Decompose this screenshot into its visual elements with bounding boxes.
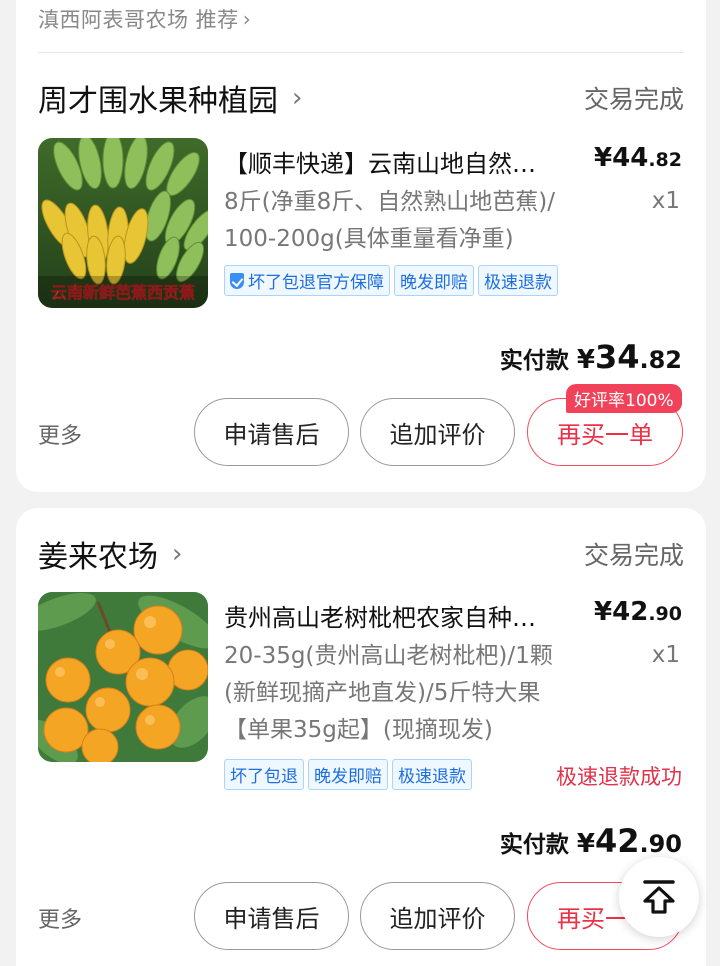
shop-name-link[interactable]: 姜来农场 › [38, 532, 182, 576]
spec-line: 100-200g(具体重量看净重) [224, 226, 514, 252]
chevron-right-icon: › [242, 7, 252, 31]
divider [38, 52, 684, 53]
more-button[interactable]: 更多 [38, 902, 82, 934]
shield-check-icon [230, 272, 244, 289]
service-tags: 坏了包退官方保障 晚发即赔 极速退款 [224, 265, 558, 296]
paid-label: 实付款 [499, 832, 569, 858]
banana-image: 云南新鲜芭蕉西贡蕉 [38, 138, 208, 308]
quantity: x1 [651, 188, 680, 214]
paid-amount: 实付款 ¥34.82 [499, 338, 682, 376]
back-to-top-icon [643, 880, 675, 914]
paid-label: 实付款 [499, 348, 569, 374]
order-status: 交易完成 [583, 541, 684, 570]
tag-fast-refund: 极速退款 [478, 265, 558, 296]
add-review-button[interactable]: 追加评价 [360, 398, 515, 466]
more-button[interactable]: 更多 [38, 418, 82, 450]
spec-line: (新鲜现摘产地直发)/5斤特大果 [224, 680, 541, 706]
tag-guarantee: 坏了包退 [224, 759, 304, 790]
unit-price: ¥44.82 [594, 143, 682, 173]
product-title[interactable]: 【顺丰快递】云南山地自然… [224, 144, 584, 179]
shop-header: 姜来农场 › 交易完成 [38, 532, 684, 576]
back-to-top-button[interactable] [619, 857, 699, 937]
order-card-1: 滇西阿表哥农场 推荐 › 周才围水果种植园 › 交易完成 云南新鲜芭蕉西贡蕉 【… [16, 0, 706, 492]
spec-line: 20-35g(贵州高山老树枇杷)/1颗 [224, 643, 553, 669]
refund-status: 极速退款成功 [556, 765, 682, 789]
product-image-banana[interactable]: 云南新鲜芭蕉西贡蕉 [38, 138, 208, 308]
product-title[interactable]: 贵州高山老树枇杷农家自种… [224, 598, 584, 633]
image-caption: 云南新鲜芭蕉西贡蕉 [51, 283, 195, 302]
service-tags: 坏了包退 晚发即赔 极速退款 [224, 759, 472, 790]
quantity: x1 [651, 642, 680, 668]
product-spec: 8斤(净重8斤、自然熟山地芭蕉)/ 100-200g(具体重量看净重) [224, 184, 624, 258]
chevron-right-icon: › [172, 539, 183, 569]
loquat-image [38, 592, 208, 762]
shop-name: 周才围水果种植园 [38, 84, 278, 119]
add-review-button[interactable]: 追加评价 [360, 882, 515, 950]
recommend-link[interactable]: 滇西阿表哥农场 推荐 › [38, 4, 251, 34]
order-status: 交易完成 [583, 85, 684, 114]
spec-line: 8斤(净重8斤、自然熟山地芭蕉)/ [224, 189, 555, 215]
chevron-right-icon: › [292, 83, 303, 113]
shop-header: 周才围水果种植园 › 交易完成 [38, 76, 684, 120]
tag-guarantee: 坏了包退官方保障 [224, 265, 390, 296]
order-card-2: 姜来农场 › 交易完成 贵州高山老树枇杷农家自种… ¥42.90 20-35g(… [16, 508, 706, 966]
product-image-loquat[interactable] [38, 592, 208, 762]
rating-badge: 好评率100% [566, 384, 682, 413]
tag-fast-refund: 极速退款 [392, 759, 472, 790]
shop-name-link[interactable]: 周才围水果种植园 › [38, 76, 302, 120]
paid-amount: 实付款 ¥42.90 [499, 822, 682, 860]
after-sale-button[interactable]: 申请售后 [194, 398, 349, 466]
tag-late-compensation: 晚发即赔 [394, 265, 474, 296]
tag-late-compensation: 晚发即赔 [308, 759, 388, 790]
recommend-text: 滇西阿表哥农场 推荐 [38, 8, 239, 32]
product-spec: 20-35g(贵州高山老树枇杷)/1颗 (新鲜现摘产地直发)/5斤特大果 【单果… [224, 638, 624, 749]
spec-line: 【单果35g起】(现摘现发) [224, 717, 493, 743]
unit-price: ¥42.90 [594, 597, 682, 627]
shop-name: 姜来农场 [38, 540, 158, 575]
after-sale-button[interactable]: 申请售后 [194, 882, 349, 950]
